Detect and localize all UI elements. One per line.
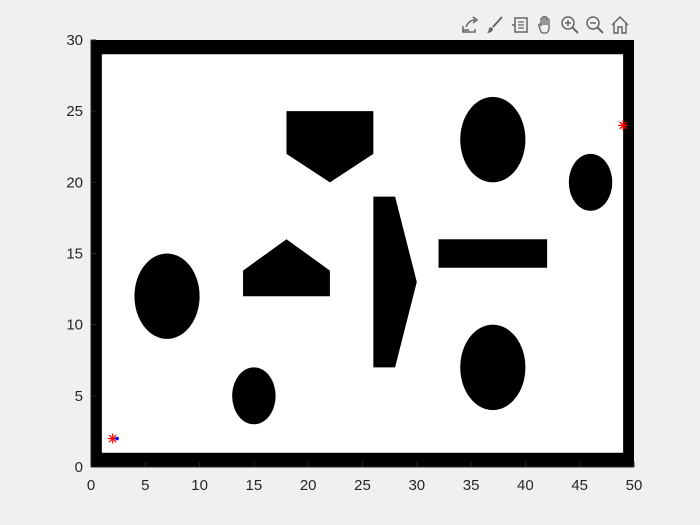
wall-top: [91, 40, 634, 55]
x-tick-label: 40: [517, 477, 534, 494]
y-tick-label: 5: [75, 388, 83, 405]
x-tick-label: 25: [354, 477, 371, 494]
x-tick-label: 10: [191, 477, 208, 494]
obstacle-rect-8: [438, 239, 548, 268]
obstacle-ellipse-0: [134, 253, 200, 339]
x-tick-label: 20: [300, 477, 317, 494]
start-dot-marker: [115, 436, 119, 441]
x-tick-label: 35: [463, 477, 480, 494]
obstacle-ellipse-4: [568, 153, 613, 211]
obstacle-ellipse-2: [460, 96, 526, 183]
wall-right: [623, 40, 634, 467]
axes-background[interactable]: [91, 40, 634, 467]
x-tick-label: 0: [87, 477, 95, 494]
obstacle-ellipse-3: [460, 324, 526, 411]
y-tick-label: 20: [66, 174, 83, 191]
x-tick-label: 45: [571, 477, 588, 494]
x-tick-label: 5: [141, 477, 149, 494]
y-tick-label: 25: [66, 103, 83, 120]
y-tick-label: 30: [66, 32, 83, 49]
figure-canvas: 0 5 10 15 20 25 30 35 40 45 50 0 5 10 15 20 25 30: [66, 32, 643, 494]
y-tick-label: 15: [66, 246, 83, 263]
x-tick-label: 50: [626, 477, 643, 494]
y-tick-label: 0: [75, 459, 83, 476]
x-tick-label: 30: [408, 477, 425, 494]
x-tick-label: 15: [246, 477, 263, 494]
obstacle-ellipse-1: [232, 367, 276, 425]
y-tick-label: 10: [66, 317, 83, 334]
goal-marker: [618, 120, 629, 131]
